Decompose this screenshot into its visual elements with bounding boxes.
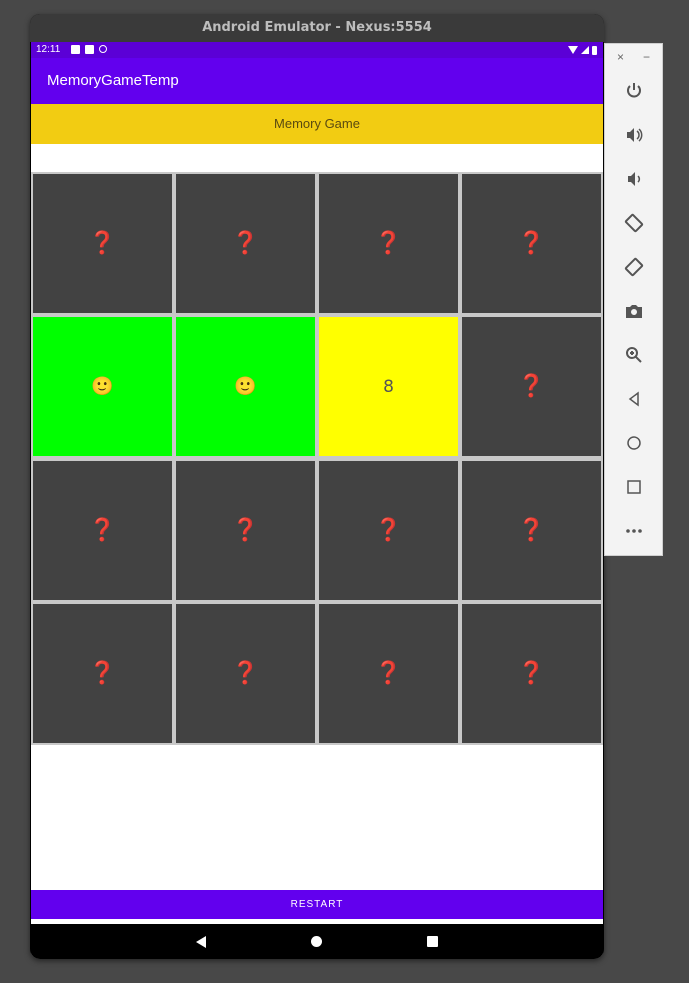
app-title: MemoryGameTemp <box>47 72 179 89</box>
device-screen: 12:11 MemoryGameTemp Memory Game ❓ ❓ ❓ ❓ 🙂 🙂 8… <box>31 42 603 959</box>
status-time: 12:11 <box>36 44 61 55</box>
nav-recents-icon[interactable] <box>427 936 438 947</box>
signal-icon <box>581 46 589 54</box>
sd-card-icon <box>85 45 94 54</box>
close-icon[interactable]: × <box>617 50 624 64</box>
memory-card[interactable]: 🙂 <box>176 317 315 457</box>
question-mark-icon: ❓ <box>374 231 403 256</box>
memory-card[interactable]: ❓ <box>33 603 172 743</box>
zoom-icon[interactable] <box>621 342 647 368</box>
question-mark-icon: ❓ <box>231 517 260 543</box>
memory-card[interactable]: ❓ <box>176 460 315 600</box>
memory-card[interactable]: ❓ <box>462 603 601 743</box>
memory-card[interactable]: ❓ <box>319 174 458 313</box>
window-title: Android Emulator - Nexus:5554 <box>30 14 604 42</box>
card-value: 8 <box>383 376 394 397</box>
wifi-icon <box>568 46 578 54</box>
battery-icon <box>592 45 597 55</box>
home-icon[interactable] <box>621 430 647 456</box>
question-mark-icon: ❓ <box>374 517 403 543</box>
question-mark-icon: ❓ <box>517 660 546 686</box>
memory-card[interactable]: 8 <box>319 317 458 457</box>
emulator-window: Android Emulator - Nexus:5554 12:11 Memo… <box>30 14 604 959</box>
more-icon[interactable] <box>621 518 647 544</box>
memory-card[interactable]: ❓ <box>462 460 601 600</box>
memory-card[interactable]: ❓ <box>462 174 601 313</box>
back-icon[interactable] <box>621 386 647 412</box>
memory-card[interactable]: ❓ <box>319 460 458 600</box>
sync-icon <box>99 45 107 53</box>
question-mark-icon: ❓ <box>374 660 403 686</box>
memory-card[interactable]: ❓ <box>33 460 172 600</box>
question-mark-icon: ❓ <box>88 231 117 256</box>
game-title: Memory Game <box>31 104 603 144</box>
nav-home-icon[interactable] <box>311 936 322 947</box>
card-grid: ❓ ❓ ❓ ❓ 🙂 🙂 8 ❓ ❓ ❓ ❓ ❓ ❓ ❓ ❓ ❓ <box>31 172 603 745</box>
volume-down-icon[interactable] <box>621 166 647 192</box>
smiley-icon: 🙂 <box>234 376 257 398</box>
minimize-icon[interactable]: − <box>643 50 650 64</box>
notification-a-icon <box>71 45 80 54</box>
question-mark-icon: ❓ <box>517 374 546 400</box>
status-bar: 12:11 <box>31 42 603 58</box>
question-mark-icon: ❓ <box>88 660 117 686</box>
navigation-bar <box>31 924 603 959</box>
question-mark-icon: ❓ <box>231 660 260 686</box>
rotate-right-icon[interactable] <box>621 254 647 280</box>
memory-card[interactable]: ❓ <box>462 317 601 457</box>
memory-card[interactable]: ❓ <box>176 603 315 743</box>
nav-back-icon[interactable] <box>196 936 206 948</box>
question-mark-icon: ❓ <box>517 517 546 543</box>
camera-icon[interactable] <box>621 298 647 324</box>
rotate-left-icon[interactable] <box>621 210 647 236</box>
memory-card[interactable]: 🙂 <box>33 317 172 457</box>
restart-button[interactable]: RESTART <box>31 890 603 919</box>
power-icon[interactable] <box>621 78 647 104</box>
question-mark-icon: ❓ <box>517 231 546 256</box>
smiley-icon: 🙂 <box>91 376 114 398</box>
question-mark-icon: ❓ <box>88 517 117 543</box>
volume-up-icon[interactable] <box>621 122 647 148</box>
question-mark-icon: ❓ <box>231 231 260 256</box>
memory-card[interactable]: ❓ <box>33 174 172 313</box>
emulator-side-toolbar: × − <box>604 43 663 556</box>
memory-card[interactable]: ❓ <box>176 174 315 313</box>
overview-icon[interactable] <box>621 474 647 500</box>
memory-card[interactable]: ❓ <box>319 603 458 743</box>
app-bar: MemoryGameTemp <box>31 58 603 104</box>
